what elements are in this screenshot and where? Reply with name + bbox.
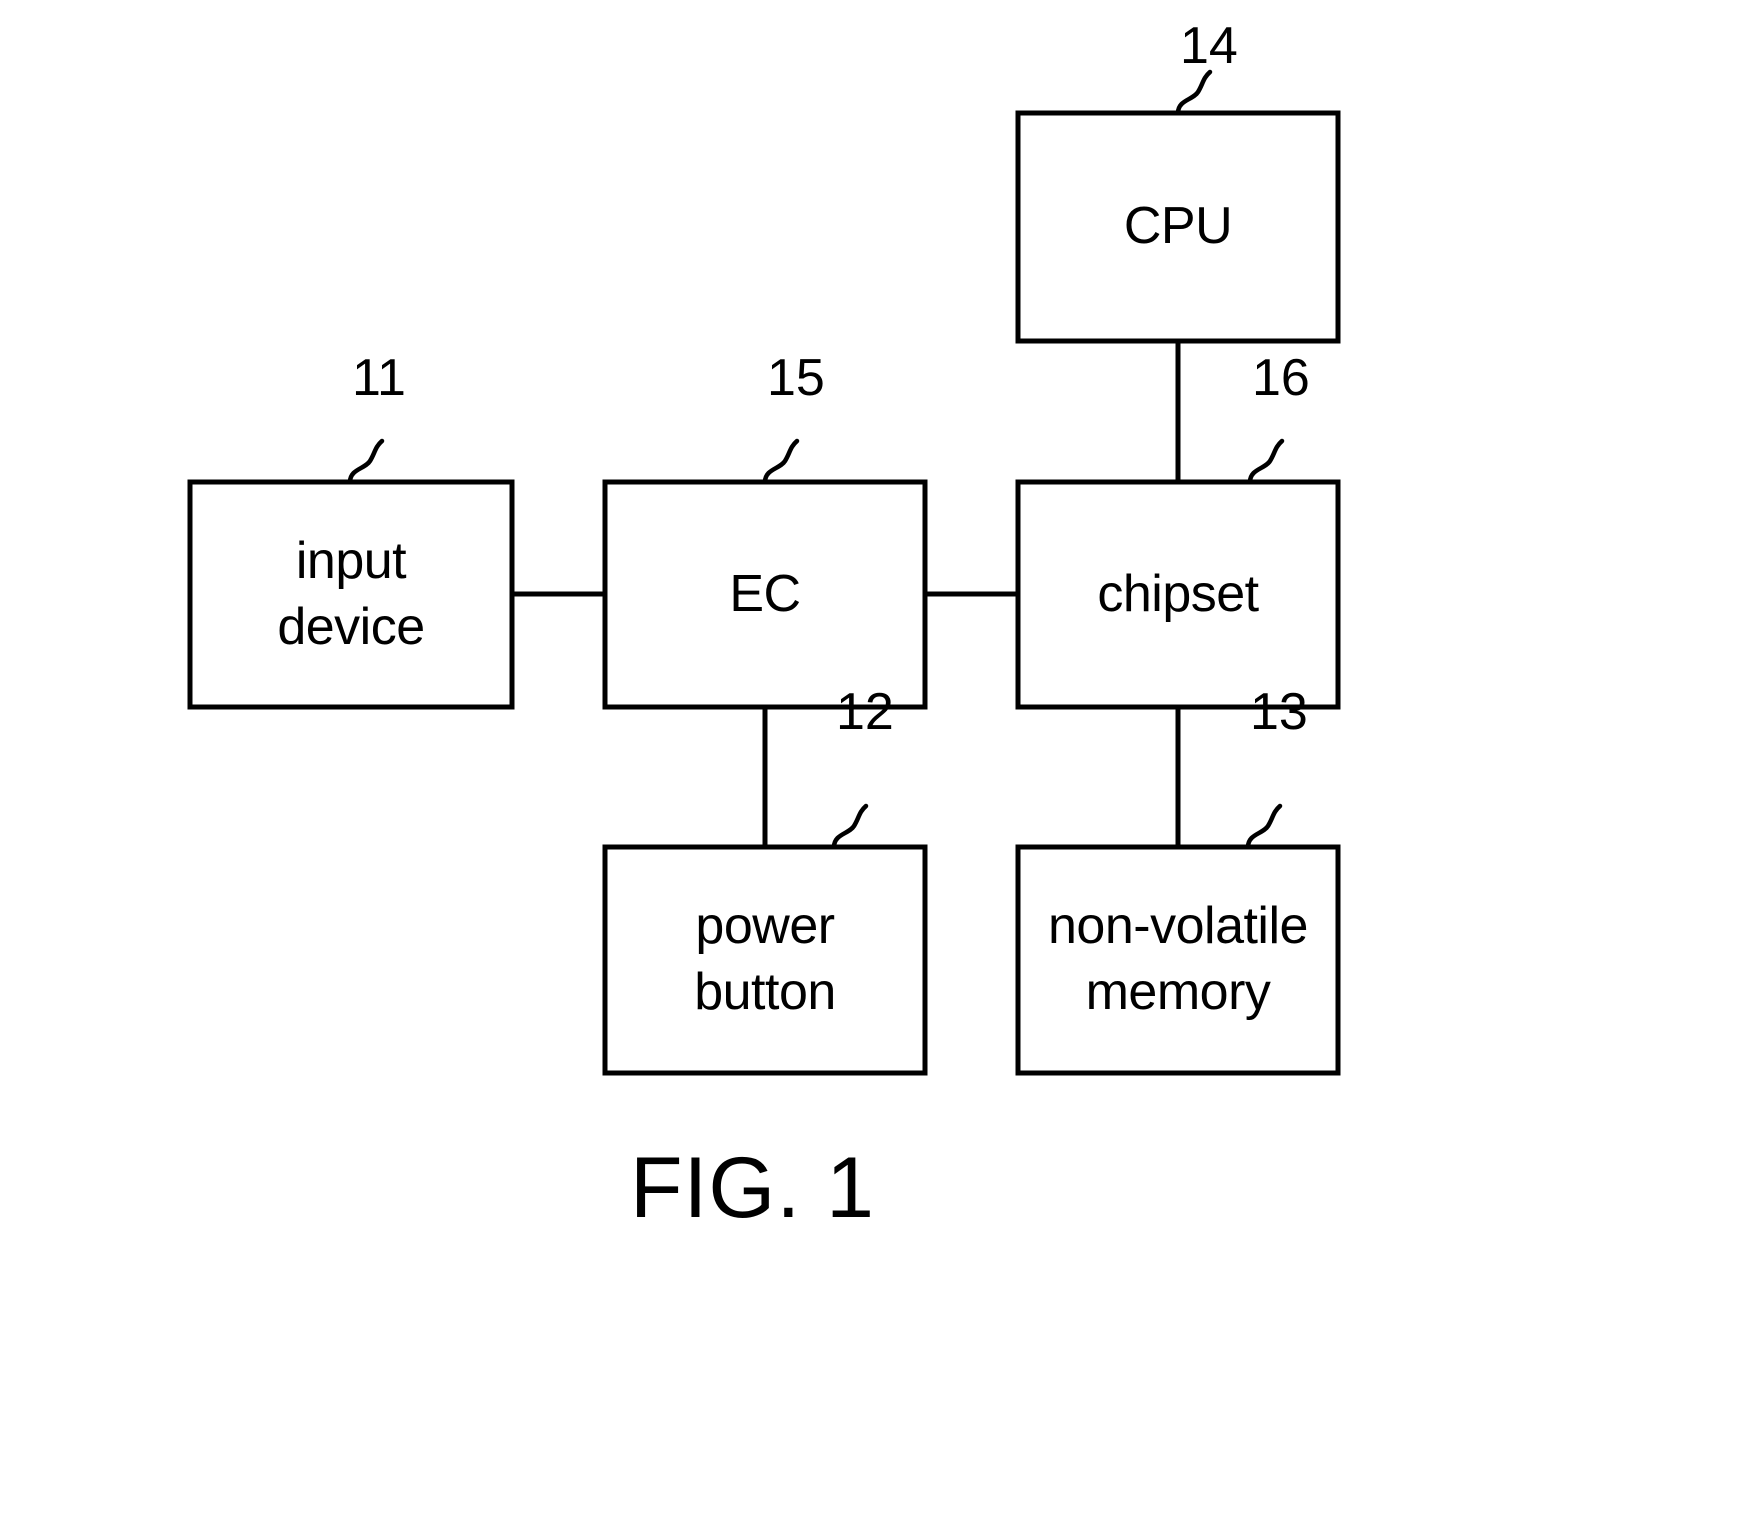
leader-line-12 — [831, 803, 869, 850]
reference-number-14: 14 — [1180, 17, 1238, 75]
reference-number-13: 13 — [1250, 683, 1308, 741]
reference-number-11: 11 — [352, 349, 406, 407]
block-rects-group — [187, 110, 1341, 1076]
reference-number-15: 15 — [767, 349, 825, 407]
leader-line-14 — [1175, 69, 1213, 116]
reference-number-16: 16 — [1252, 349, 1310, 407]
leader-line-13 — [1245, 803, 1283, 850]
block-power-button — [602, 844, 928, 1076]
leader-line-11 — [347, 438, 385, 485]
block-ec — [602, 479, 928, 710]
diagram-canvas — [187, 69, 1341, 1076]
leader-line-15 — [762, 438, 800, 485]
block-chipset — [1015, 479, 1341, 710]
block-cpu — [1015, 110, 1341, 344]
block-non-volatile-memory — [1015, 844, 1341, 1076]
leader-line-16 — [1247, 438, 1285, 485]
reference-number-12: 12 — [836, 683, 894, 741]
figure-caption: FIG. 1 — [630, 1140, 875, 1236]
block-input-device — [187, 479, 515, 710]
patent-figure-1: CPU input device EC chipset power button non-… — [0, 0, 1750, 1530]
